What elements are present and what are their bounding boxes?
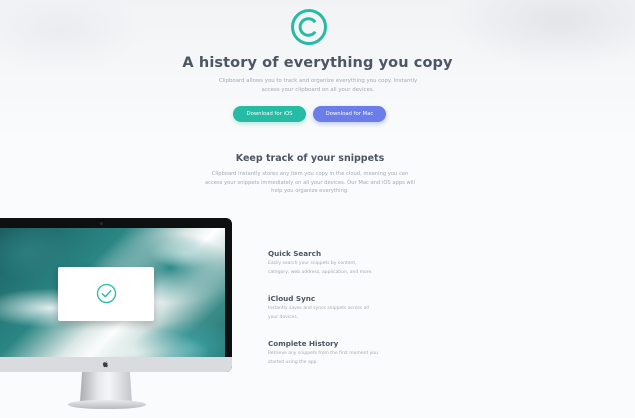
- snippets-description: Clipboard instantly stores any item you …: [204, 171, 416, 194]
- feature-title-complete-history: Complete History: [268, 339, 339, 348]
- monitor-base: [68, 400, 146, 409]
- feature-description-complete-history: Retrieve any snippets from the first mom…: [268, 351, 378, 365]
- camera-dot: [100, 222, 103, 225]
- apple-icon: [102, 361, 108, 368]
- feature-description-quick-search: Easily search your snippets by content, …: [268, 261, 373, 275]
- clipboard-card: [58, 267, 154, 321]
- copyright-logo-icon: [291, 9, 327, 45]
- wave-foam: [150, 238, 220, 268]
- monitor-stand: [80, 372, 132, 402]
- download-mac-button[interactable]: Download for Mac: [313, 106, 386, 122]
- check-circle-icon: [96, 283, 117, 304]
- snippets-title: Keep track of your snippets: [235, 153, 385, 164]
- download-ios-button[interactable]: Download for iOS: [233, 106, 306, 122]
- monitor-chin: [0, 357, 232, 372]
- feature-title-quick-search: Quick Search: [268, 249, 322, 258]
- hero-title: A history of everything you copy: [182, 55, 453, 71]
- hero-description: Clipboard allows you to track and organi…: [218, 78, 418, 93]
- feature-title-icloud-sync: iCloud Sync: [268, 294, 316, 303]
- feature-description-icloud-sync: Instantly saves and syncs snippets acros…: [268, 306, 369, 320]
